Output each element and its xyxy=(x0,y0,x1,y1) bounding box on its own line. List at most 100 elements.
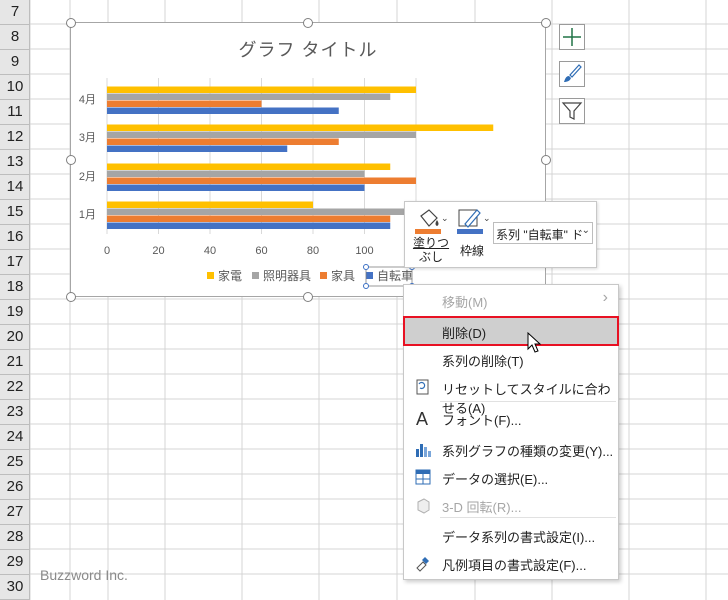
menu-item-label: 系列グラフの種類の変更(Y)... xyxy=(442,444,614,459)
row-header-divider xyxy=(0,224,30,225)
row-header-divider xyxy=(0,549,30,550)
row-number[interactable]: 27 xyxy=(0,503,30,520)
row-number[interactable]: 28 xyxy=(0,528,30,545)
row-header-divider xyxy=(0,49,30,50)
menu-item-label: 移動(M) xyxy=(442,295,488,310)
menu-item-label: 系列の削除(T) xyxy=(442,354,524,369)
row-header-divider xyxy=(0,374,30,375)
reset-style-icon xyxy=(416,379,429,395)
row-number[interactable]: 22 xyxy=(0,378,30,395)
chart-styles-button[interactable] xyxy=(559,61,585,87)
row-header-divider xyxy=(0,274,30,275)
menu-item-9[interactable]: 凡例項目の書式設定(F)... xyxy=(404,549,618,577)
row-header-divider xyxy=(0,324,30,325)
mouse-cursor-icon xyxy=(527,332,542,353)
row-number[interactable]: 20 xyxy=(0,328,30,345)
row-header-divider xyxy=(0,149,30,150)
row-number[interactable]: 14 xyxy=(0,178,30,195)
row-number[interactable]: 11 xyxy=(0,103,30,120)
chart-elements-button[interactable] xyxy=(559,24,585,50)
menu-item-4[interactable]: フォント(F)... A xyxy=(404,404,618,432)
menu-item-label: 凡例項目の書式設定(F)... xyxy=(442,558,587,573)
menu-item-8[interactable]: データ系列の書式設定(I)... xyxy=(404,521,618,549)
row-header-divider xyxy=(0,349,30,350)
series-select-value: 系列 "自転車" ド xyxy=(496,228,584,242)
menu-item-label: フォント(F)... xyxy=(442,413,522,428)
menu-item-label: データ系列の書式設定(I)... xyxy=(442,530,596,545)
filter-icon xyxy=(561,102,583,120)
row-header-divider xyxy=(0,574,30,575)
row-header-divider xyxy=(0,474,30,475)
outline-button[interactable]: ⌄ 枠線 xyxy=(453,206,493,264)
font-icon: A xyxy=(416,409,428,427)
context-menu: 移動(M) › 削除(D) 系列の削除(T) リセットしてスタイルに合わせる(A) フォン… xyxy=(403,284,619,580)
menu-item-6[interactable]: データの選択(E)... xyxy=(404,463,618,491)
row-number[interactable]: 26 xyxy=(0,478,30,495)
row-header-divider xyxy=(0,299,30,300)
menu-item-label: データの選択(E)... xyxy=(442,472,549,487)
chart-type-icon xyxy=(416,444,431,457)
row-header-divider xyxy=(0,449,30,450)
row-header-divider xyxy=(0,524,30,525)
resize-handle-top[interactable] xyxy=(303,18,313,28)
resize-handle-left[interactable] xyxy=(66,155,76,165)
menu-item-label: 3-D 回転(R)... xyxy=(442,500,522,515)
resize-handle-bottom-left[interactable] xyxy=(66,292,76,302)
row-number[interactable]: 21 xyxy=(0,353,30,370)
menu-item-2[interactable]: 系列の削除(T) xyxy=(404,345,618,373)
fill-label-line2: ぶし xyxy=(418,250,443,264)
format-legend-icon xyxy=(416,557,429,572)
fill-dropdown-arrow[interactable]: ⌄ xyxy=(441,214,449,224)
row-header-column: 7 8 9 10 11 12 13 14 15 16 17 18 19 20 21 22 23 24 25 26 27 2… xyxy=(0,0,30,600)
row-number[interactable]: 30 xyxy=(0,578,30,595)
fill-button[interactable]: ⌄ 塗りつ ぶし xyxy=(411,206,451,264)
outline-dropdown-arrow[interactable]: ⌄ xyxy=(483,214,491,224)
row-header-divider xyxy=(0,74,30,75)
row-number[interactable]: 29 xyxy=(0,553,30,570)
row-number[interactable]: 13 xyxy=(0,153,30,170)
menu-item-5[interactable]: 系列グラフの種類の変更(Y)... xyxy=(404,435,618,463)
row-number[interactable]: 7 xyxy=(0,3,30,20)
row-number[interactable]: 15 xyxy=(0,203,30,220)
row-number[interactable]: 12 xyxy=(0,128,30,145)
row-header-divider xyxy=(0,99,30,100)
row-number[interactable]: 9 xyxy=(0,53,30,70)
resize-handle-top-right[interactable] xyxy=(541,18,551,28)
3d-rotation-icon xyxy=(417,498,430,514)
menu-item-0: 移動(M) › xyxy=(404,286,618,314)
row-number[interactable]: 17 xyxy=(0,253,30,270)
series-select[interactable]: 系列 "自転車" ド ⌄ xyxy=(493,222,593,244)
row-header-divider xyxy=(0,399,30,400)
chevron-down-icon: ⌄ xyxy=(581,225,590,236)
row-number[interactable]: 23 xyxy=(0,403,30,420)
row-header-divider xyxy=(0,424,30,425)
chart-title[interactable]: グラフ タイトル xyxy=(70,36,546,62)
outline-label: 枠線 xyxy=(459,244,484,258)
row-number[interactable]: 24 xyxy=(0,428,30,445)
row-header-divider xyxy=(0,499,30,500)
row-number[interactable]: 8 xyxy=(0,28,30,45)
row-number[interactable]: 19 xyxy=(0,303,30,320)
resize-handle-right[interactable] xyxy=(541,155,551,165)
svg-text:A: A xyxy=(416,409,428,427)
select-data-icon xyxy=(415,469,431,485)
resize-handle-bottom[interactable] xyxy=(303,292,313,302)
row-header-divider xyxy=(0,249,30,250)
row-number[interactable]: 25 xyxy=(0,453,30,470)
menu-item-label: 削除(D) xyxy=(442,326,487,341)
row-number[interactable]: 16 xyxy=(0,228,30,245)
submenu-arrow-icon: › xyxy=(602,289,608,306)
paintbrush-icon xyxy=(564,64,582,82)
row-header-divider xyxy=(0,24,30,25)
menu-item-1[interactable]: 削除(D) xyxy=(403,316,619,346)
row-header-divider xyxy=(0,124,30,125)
plus-icon xyxy=(563,28,581,46)
row-number[interactable]: 10 xyxy=(0,78,30,95)
menu-item-3[interactable]: リセットしてスタイルに合わせる(A) xyxy=(404,373,618,416)
row-number[interactable]: 18 xyxy=(0,278,30,295)
watermark: Buzzword Inc. xyxy=(40,567,128,583)
mini-toolbar: ⌄ 塗りつ ぶし ⌄ 枠線 系列 "自転車" ド ⌄ xyxy=(404,201,597,268)
resize-handle-top-left[interactable] xyxy=(66,18,76,28)
fill-label: 塗りつ ぶし xyxy=(411,236,451,264)
chart-filters-button[interactable] xyxy=(559,98,585,124)
